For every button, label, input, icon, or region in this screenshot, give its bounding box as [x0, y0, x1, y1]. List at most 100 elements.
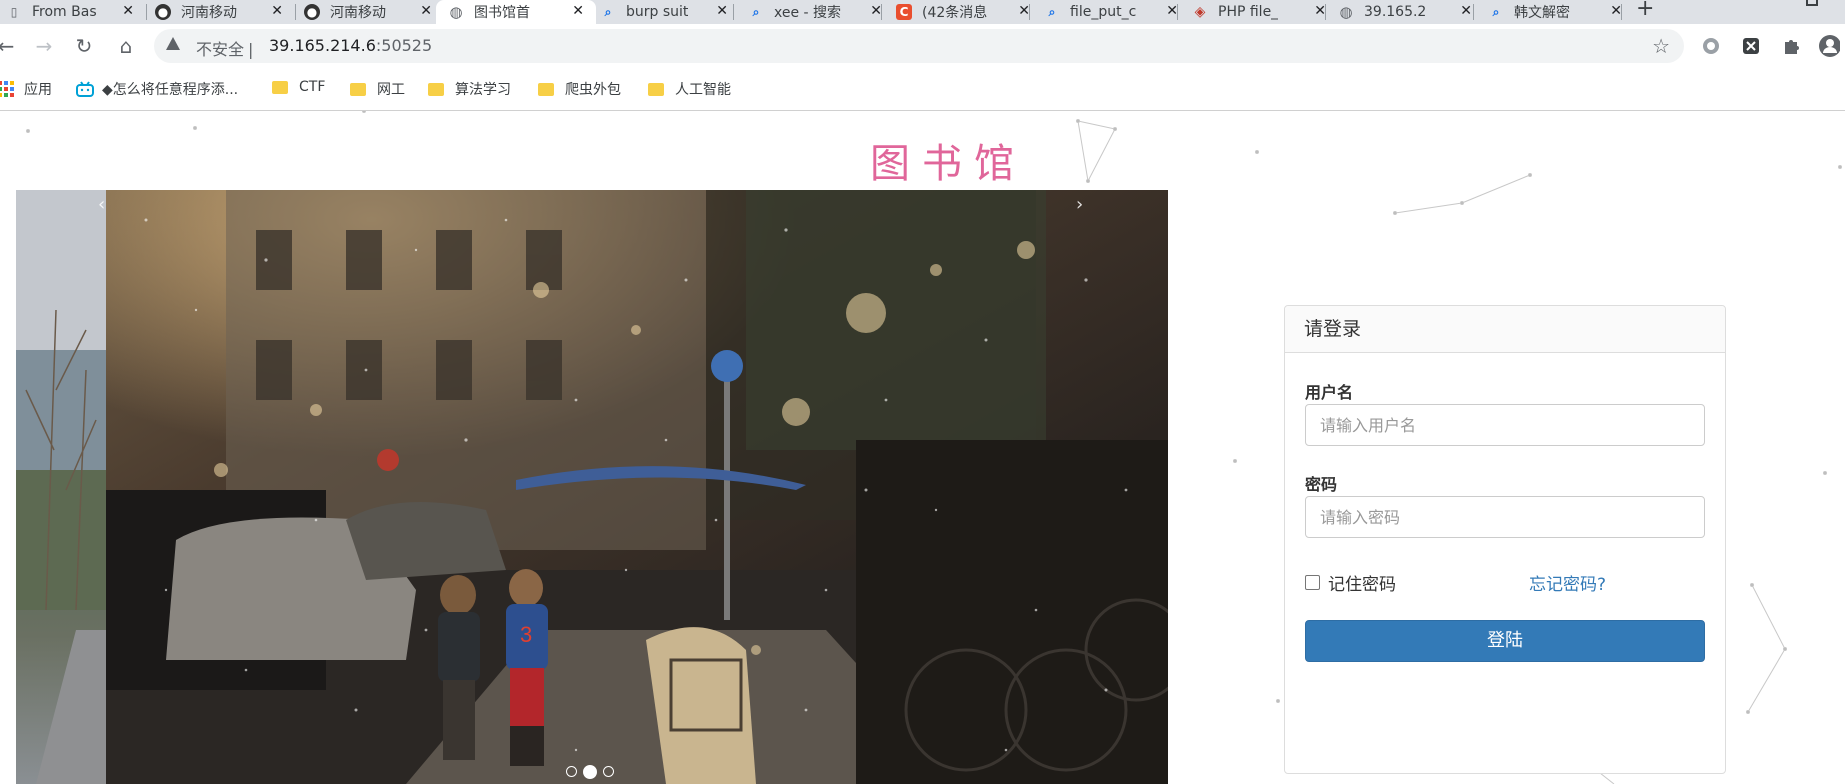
tab-henan-mobile-1[interactable]: ● 河南移动 ✕ — [147, 0, 295, 24]
close-icon[interactable]: ✕ — [1460, 3, 1472, 19]
remember-password-checkbox[interactable] — [1305, 575, 1320, 590]
home-button[interactable]: ⌂ — [112, 32, 140, 60]
tab-title: 图书馆首 — [474, 5, 530, 21]
bookmark-label: CTF — [299, 79, 326, 95]
apps-grid-icon — [0, 81, 14, 97]
tab-title: 河南移动 — [181, 5, 237, 21]
bookmark-folder-network[interactable]: 网工 — [350, 79, 405, 99]
globe-icon: ◍ — [449, 3, 463, 21]
carousel-indicator-2[interactable] — [583, 765, 597, 779]
tab-title: From Bas — [32, 4, 97, 20]
tab-title: file_put_c — [1070, 4, 1137, 20]
image-carousel: 3 ‹ › — [16, 190, 1168, 784]
search-icon: ⌕ — [1492, 4, 1500, 19]
folder-icon — [350, 82, 366, 96]
browser-toolbar: ← → ↻ ⌂ 不安全 | 39.165.214.6:50525 ☆ — [0, 24, 1845, 68]
bookmarks-bar: 应用 ◆怎么将任意程序添... CTF 网工 算法学习 爬虫外包 人工智能 — [0, 68, 1845, 111]
bookmark-label: 算法学习 — [455, 82, 511, 98]
csdn-icon: C — [896, 4, 912, 20]
tab-henan-mobile-2[interactable]: ● 河南移动 ✕ — [296, 0, 444, 24]
page-viewport: 图书馆 3 ‹ › 请登录 用户名 请输入用户名 密码 记住密码 忘记密码? 登… — [0, 111, 1845, 784]
back-button[interactable]: ← — [0, 32, 20, 60]
tab-korean-decode[interactable]: ⌕ 韩文解密 ✕ — [1474, 0, 1634, 24]
username-label: 用户名 — [1305, 383, 1354, 402]
bookmark-folder-ai[interactable]: 人工智能 — [648, 79, 731, 99]
remember-password-label: 记住密码 — [1328, 575, 1396, 595]
tab-file-put-contents[interactable]: ⌕ file_put_c ✕ — [1030, 0, 1190, 24]
php-runoob-icon: ◈ — [1194, 4, 1206, 20]
folder-icon — [538, 82, 554, 96]
extension-record-icon[interactable] — [1700, 35, 1722, 57]
close-icon[interactable]: ✕ — [716, 3, 728, 19]
forward-button[interactable]: → — [30, 32, 58, 60]
profile-avatar-icon[interactable] — [1818, 35, 1840, 57]
tab-library-home[interactable]: ◍ 图书馆首 ✕ — [436, 0, 596, 24]
warning-icon[interactable] — [166, 37, 180, 50]
folder-icon — [428, 82, 444, 96]
extension-x-icon[interactable] — [1740, 35, 1762, 57]
close-icon[interactable]: ✕ — [122, 3, 134, 19]
password-label: 密码 — [1305, 475, 1338, 494]
tab-ip-address[interactable]: ◍ 39.165.2 ✕ — [1326, 0, 1484, 24]
username-input[interactable] — [1305, 404, 1705, 446]
tab-burp-suite[interactable]: ⌕ burp suit ✕ — [590, 0, 740, 24]
browser-tab-strip: ▯ From Bas ✕ ● 河南移动 ✕ ● 河南移动 ✕ ◍ 图书馆首 ✕ … — [0, 0, 1845, 24]
tab-title: 39.165.2 — [1364, 4, 1427, 20]
search-icon: ⌕ — [1048, 4, 1056, 19]
bookmark-label: 人工智能 — [675, 82, 731, 98]
bookmark-label: 爬虫外包 — [565, 82, 621, 98]
password-input[interactable] — [1305, 496, 1705, 538]
bookmark-label: 网工 — [377, 82, 405, 98]
carousel-indicators — [566, 765, 614, 779]
tab-from-bas[interactable]: ▯ From Bas ✕ — [0, 0, 146, 24]
window-restore-icon[interactable] — [1806, 0, 1818, 6]
folder-icon — [648, 82, 664, 96]
close-icon[interactable]: ✕ — [420, 3, 432, 19]
user-avatar-icon: ● — [304, 4, 320, 20]
carousel-prev-button[interactable]: ‹ — [98, 194, 105, 215]
tab-xee-search[interactable]: ⌕ xee - 搜索 ✕ — [734, 0, 894, 24]
search-icon: ⌕ — [752, 4, 760, 19]
login-panel: 请登录 用户名 密码 记住密码 忘记密码? 登陆 — [1284, 305, 1726, 774]
tab-title: xee - 搜索 — [774, 5, 842, 21]
tab-title: (42条消息 — [922, 5, 988, 21]
page-title: 图书馆 — [870, 141, 1026, 187]
login-button[interactable]: 登陆 — [1305, 620, 1705, 662]
remember-password-option[interactable]: 记住密码 — [1305, 570, 1396, 595]
bookmark-apps[interactable]: 应用 — [0, 79, 52, 99]
user-avatar-icon: ● — [155, 4, 171, 20]
tab-title: 河南移动 — [330, 5, 386, 21]
extensions-puzzle-icon[interactable] — [1780, 35, 1802, 57]
carousel-next-button[interactable]: › — [1076, 194, 1083, 215]
close-icon[interactable]: ✕ — [271, 3, 283, 19]
forgot-password-link[interactable]: 忘记密码? — [1529, 570, 1606, 595]
bookmark-folder-crawler[interactable]: 爬虫外包 — [538, 79, 621, 99]
folder-icon — [272, 80, 288, 94]
url-text[interactable]: 39.165.214.6:50525 — [269, 36, 432, 55]
tab-title: 韩文解密 — [1514, 5, 1570, 21]
bookmark-folder-algorithms[interactable]: 算法学习 — [428, 79, 511, 99]
bilibili-icon — [76, 81, 94, 97]
reload-button[interactable]: ↻ — [70, 32, 98, 60]
bookmark-star-icon[interactable]: ☆ — [1652, 34, 1670, 58]
address-bar[interactable]: 不安全 | 39.165.214.6:50525 ☆ — [154, 29, 1684, 63]
close-icon[interactable]: ✕ — [572, 3, 584, 19]
tab-php-file[interactable]: ◈ PHP file_ ✕ — [1178, 0, 1338, 24]
tab-title: burp suit — [626, 4, 689, 20]
carousel-slide-active: 3 — [106, 190, 1168, 784]
carousel-indicator-1[interactable] — [566, 766, 577, 777]
tab-csdn-messages[interactable]: C (42条消息 ✕ — [882, 0, 1042, 24]
tab-separator — [1621, 4, 1622, 20]
globe-icon: ◍ — [1339, 3, 1353, 21]
bookmark-label: 应用 — [24, 82, 52, 98]
carousel-indicator-3[interactable] — [603, 766, 614, 777]
svg-text:3: 3 — [520, 622, 532, 647]
bookmark-label: ◆怎么将任意程序添... — [102, 82, 239, 98]
bookmark-bilibili[interactable]: ◆怎么将任意程序添... — [76, 79, 238, 99]
security-status[interactable]: 不安全 | — [196, 36, 253, 60]
bookmark-icon: ▯ — [10, 5, 18, 19]
carousel-slide-previous — [16, 190, 106, 784]
search-icon: ⌕ — [604, 4, 612, 19]
bookmark-folder-ctf[interactable]: CTF — [272, 79, 325, 95]
new-tab-button[interactable]: + — [1636, 0, 1654, 21]
